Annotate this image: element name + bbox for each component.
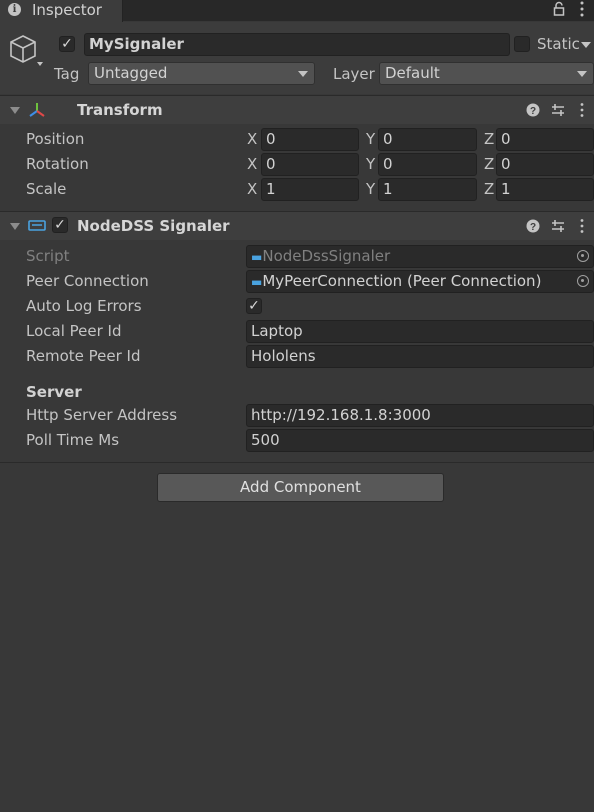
position-label: Position: [26, 130, 85, 148]
kebab-menu-icon[interactable]: [578, 0, 586, 18]
position-y-input[interactable]: 0: [378, 128, 477, 151]
object-name-input[interactable]: MySignaler: [84, 33, 510, 56]
script-icon: ▬: [251, 275, 263, 289]
foldout-arrow-icon[interactable]: [10, 223, 20, 230]
static-checkbox[interactable]: [514, 36, 530, 52]
rotation-z-axis[interactable]: Z: [484, 155, 494, 173]
scale-z-input[interactable]: 1: [496, 178, 594, 201]
scale-x-axis[interactable]: X: [247, 180, 257, 198]
scale-y-axis[interactable]: Y: [366, 180, 375, 198]
foldout-arrow-icon[interactable]: [10, 107, 20, 114]
rotation-y-axis[interactable]: Y: [366, 155, 375, 173]
tag-dropdown[interactable]: Untagged: [88, 62, 315, 85]
kebab-menu-icon[interactable]: [578, 102, 586, 118]
rotation-z-input[interactable]: 0: [496, 153, 594, 176]
object-picker-icon[interactable]: [577, 275, 589, 287]
check-icon: ✓: [248, 298, 260, 314]
preset-icon[interactable]: [551, 219, 565, 233]
rotation-label: Rotation: [26, 155, 89, 173]
script-icon: [28, 220, 46, 231]
signaler-header[interactable]: ✓ NodeDSS Signaler ?: [0, 211, 594, 240]
help-icon[interactable]: ?: [526, 103, 540, 117]
signaler-title: NodeDSS Signaler: [77, 217, 230, 235]
info-icon: i: [8, 3, 21, 16]
static-label: Static: [537, 35, 580, 53]
peer-connection-value: MyPeerConnection (Peer Connection): [262, 272, 542, 290]
poll-time-ms-label: Poll Time Ms: [26, 431, 120, 449]
rotation-y-input[interactable]: 0: [378, 153, 477, 176]
chevron-down-icon: [577, 71, 587, 77]
object-picker-icon: [577, 250, 589, 262]
remote-peer-id-input[interactable]: Hololens: [246, 345, 594, 368]
tag-label: Tag: [54, 65, 80, 83]
tab-inspector[interactable]: i Inspector: [0, 0, 123, 22]
add-component-button[interactable]: Add Component: [157, 473, 444, 502]
layer-label: Layer: [333, 65, 375, 83]
auto-log-errors-checkbox[interactable]: ✓: [246, 298, 262, 314]
layer-value: Default: [385, 64, 440, 82]
layer-dropdown[interactable]: Default: [379, 62, 594, 85]
svg-text:?: ?: [530, 106, 536, 117]
script-icon: ▬: [251, 250, 263, 264]
check-icon: ✓: [61, 36, 73, 52]
transform-title: Transform: [77, 101, 163, 119]
server-section-header: Server: [26, 383, 82, 401]
script-label: Script: [26, 247, 70, 265]
script-field: ▬NodeDssSignaler: [246, 245, 594, 268]
transform-axes-icon: [29, 103, 45, 117]
active-toggle[interactable]: ✓: [59, 36, 75, 52]
peer-connection-field[interactable]: ▬MyPeerConnection (Peer Connection): [246, 270, 594, 293]
local-peer-id-label: Local Peer Id: [26, 322, 122, 340]
http-server-address-input[interactable]: http://192.168.1.8:3000: [246, 404, 594, 427]
help-icon[interactable]: ?: [526, 219, 540, 233]
component-enabled-toggle[interactable]: ✓: [52, 217, 68, 233]
position-y-axis[interactable]: Y: [366, 130, 375, 148]
check-icon: ✓: [54, 217, 66, 233]
gameobject-cube-icon[interactable]: [9, 34, 45, 70]
position-x-axis[interactable]: X: [247, 130, 257, 148]
position-z-input[interactable]: 0: [496, 128, 594, 151]
local-peer-id-input[interactable]: Laptop: [246, 320, 594, 343]
script-value: NodeDssSignaler: [262, 247, 391, 265]
scale-z-axis[interactable]: Z: [484, 180, 494, 198]
preset-icon[interactable]: [551, 103, 565, 117]
svg-text:?: ?: [530, 222, 536, 233]
rotation-x-input[interactable]: 0: [261, 153, 359, 176]
position-z-axis[interactable]: Z: [484, 130, 494, 148]
lock-icon[interactable]: [551, 1, 567, 17]
auto-log-errors-label: Auto Log Errors: [26, 297, 142, 315]
static-dropdown-icon[interactable]: [581, 42, 591, 48]
scale-label: Scale: [26, 180, 67, 198]
http-server-address-label: Http Server Address: [26, 406, 178, 424]
chevron-down-icon: [298, 71, 308, 77]
tag-value: Untagged: [94, 64, 168, 82]
scale-y-input[interactable]: 1: [378, 178, 477, 201]
poll-time-ms-input[interactable]: 500: [246, 429, 594, 452]
section-divider: [0, 462, 594, 463]
scale-x-input[interactable]: 1: [261, 178, 359, 201]
transform-header[interactable]: Transform ?: [0, 95, 594, 124]
peer-connection-label: Peer Connection: [26, 272, 149, 290]
remote-peer-id-label: Remote Peer Id: [26, 347, 141, 365]
position-x-input[interactable]: 0: [261, 128, 359, 151]
tab-inspector-label: Inspector: [32, 1, 102, 19]
kebab-menu-icon[interactable]: [578, 218, 586, 234]
rotation-x-axis[interactable]: X: [247, 155, 257, 173]
